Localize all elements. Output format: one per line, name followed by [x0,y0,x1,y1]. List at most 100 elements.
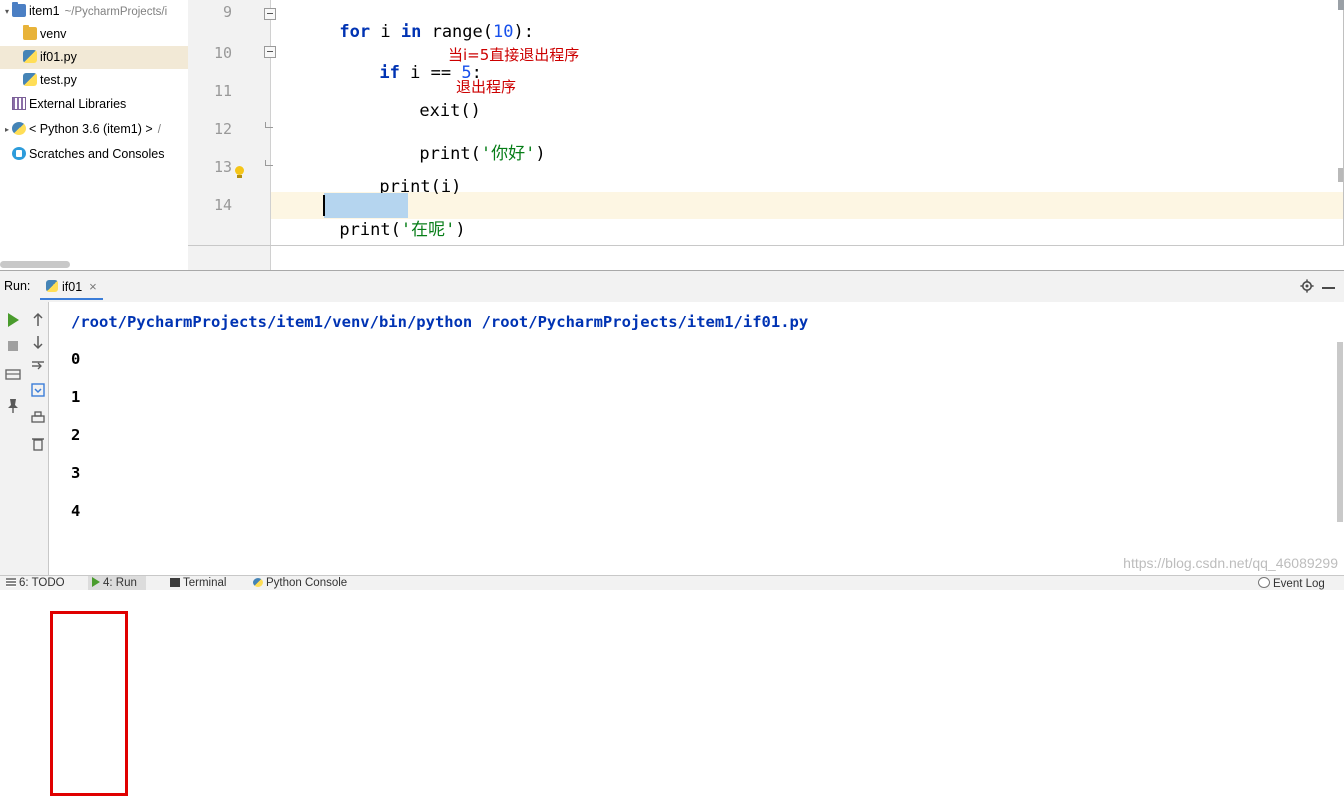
print-button[interactable] [28,408,48,428]
stop-button[interactable] [3,336,23,356]
tree-path: / [157,124,161,136]
code-text: ) [535,144,546,164]
status-item-todo[interactable]: 6: TODO [6,577,65,589]
code-text: range( [421,22,493,42]
status-label: 6: TODO [19,577,65,589]
gear-icon[interactable] [1300,279,1314,293]
keyword-if: if [379,63,400,83]
scroll-down-button[interactable] [28,332,48,352]
intention-bulb-icon[interactable] [234,166,245,179]
ide-top-area: ▾ item1 ~/PycharmProjects/i venv if01.py t… [0,0,1344,270]
line-number: 10 [213,44,232,62]
editor-scrollbar-mark [1338,168,1343,182]
console-output-line: 2 [71,426,81,444]
run-toolbar[interactable] [0,302,49,576]
status-item-terminal[interactable]: Terminal [170,577,226,589]
console-scrollbar[interactable] [1337,342,1343,522]
python-interpreter-icon [12,122,26,135]
tree-row-test-py[interactable]: test.py [0,69,188,92]
code-text: i [370,22,401,42]
console-output-line: 1 [71,388,81,406]
tree-row-if01-py[interactable]: if01.py [0,46,188,69]
terminal-icon [170,578,180,587]
code-text: print( [339,220,401,240]
line-number: 11 [213,82,232,100]
run-tab-if01[interactable]: if01 × [40,275,103,300]
tree-label: test.py [40,73,77,88]
python-console-icon [253,578,263,587]
tree-row-python-interpreter[interactable]: ▸ < Python 3.6 (item1) > / [0,118,188,141]
event-log-icon [1258,577,1270,588]
folder-yellow-icon [23,25,37,40]
status-label: Python Console [266,577,348,589]
run-tool-window[interactable]: Run: if01 × /root/PycharmProjects/item1/… [0,270,1344,796]
delete-button[interactable] [28,434,48,454]
python-file-icon [46,280,58,292]
minimize-icon[interactable] [1321,279,1336,293]
code-editor[interactable]: 9 10 11 12 13 14 for i in range(10): if … [188,0,1344,270]
status-bar[interactable]: 6: TODO 4: Run Terminal Python Console E… [0,575,1344,590]
run-console-output[interactable]: /root/PycharmProjects/item1/venv/bin/pyt… [49,302,1344,576]
console-output-line: 4 [71,502,81,520]
python-file-icon [23,73,37,86]
tree-label: Scratches and Consoles [29,147,165,162]
tree-row-item1[interactable]: ▾ item1 ~/PycharmProjects/i [0,0,188,23]
keyword-in: in [400,22,422,42]
editor-scrollbar-thumb[interactable] [1338,0,1344,10]
line-number: 12 [213,120,232,138]
status-item-python-console[interactable]: Python Console [253,577,347,589]
soft-wrap-button[interactable] [28,356,48,376]
print-grid-button[interactable] [3,364,23,384]
run-window-label: Run: [4,279,31,293]
status-label: 4: Run [103,577,137,589]
status-item-run[interactable]: 4: Run [92,577,137,589]
project-horizontal-scrollbar[interactable] [0,261,70,268]
code-text: i == [399,63,462,83]
string-literal: '你好' [480,144,536,164]
chevron-down-icon[interactable]: ▾ [2,0,12,23]
editor-gutter[interactable]: 9 10 11 12 13 14 [188,0,276,245]
tree-label: if01.py [40,50,77,65]
library-icon [12,97,26,110]
scroll-to-end-button[interactable] [28,380,48,400]
highlight-annotation-box [50,611,128,796]
console-command-line: /root/PycharmProjects/item1/venv/bin/pyt… [71,313,809,331]
close-icon[interactable]: × [89,279,97,294]
code-fold-toggle-if[interactable] [264,46,276,58]
run-icon [92,577,100,587]
scratches-icon [12,147,26,160]
status-item-event-log[interactable]: Event Log [1258,577,1325,590]
tree-label: < Python 3.6 (item1) > [29,122,153,137]
tree-label: item1 [29,4,60,19]
tree-label: venv [40,27,67,42]
keyword-for: for [339,22,371,42]
text-caret [323,195,325,216]
status-label: Terminal [183,577,227,589]
project-tool-window[interactable]: ▾ item1 ~/PycharmProjects/i venv if01.py t… [0,0,189,270]
line-number: 14 [213,196,232,214]
watermark-text: https://blog.csdn.net/qq_46089299 [1123,555,1338,571]
code-text: ) [455,220,466,240]
editor-bottom-strip [188,245,1344,270]
code-fold-end-if[interactable] [264,122,276,134]
rerun-button[interactable] [3,310,23,330]
code-text: ): [513,22,534,42]
todo-icon [6,578,16,587]
annotation-exit-program: 退出程序 [456,78,517,96]
run-tool-window-header: Run: if01 × [0,271,1344,303]
folder-blue-icon [12,2,26,17]
tree-row-external-libraries[interactable]: External Libraries [0,93,188,116]
number-literal: 10 [493,22,514,42]
tree-row-venv[interactable]: venv [0,23,188,46]
pin-button[interactable] [3,396,23,416]
code-fold-toggle-for[interactable] [264,8,276,20]
code-fold-end-for[interactable] [264,160,276,172]
editor-gutter-bottom [188,246,271,270]
scroll-up-button[interactable] [28,310,48,330]
line-number: 13 [213,158,232,176]
tree-row-scratches-and-consoles[interactable]: Scratches and Consoles [0,143,188,166]
tree-path: ~/PycharmProjects/i [64,6,168,18]
console-output-line: 3 [71,464,81,482]
chevron-right-icon[interactable]: ▸ [2,118,12,141]
run-tab-label: if01 [62,280,83,294]
